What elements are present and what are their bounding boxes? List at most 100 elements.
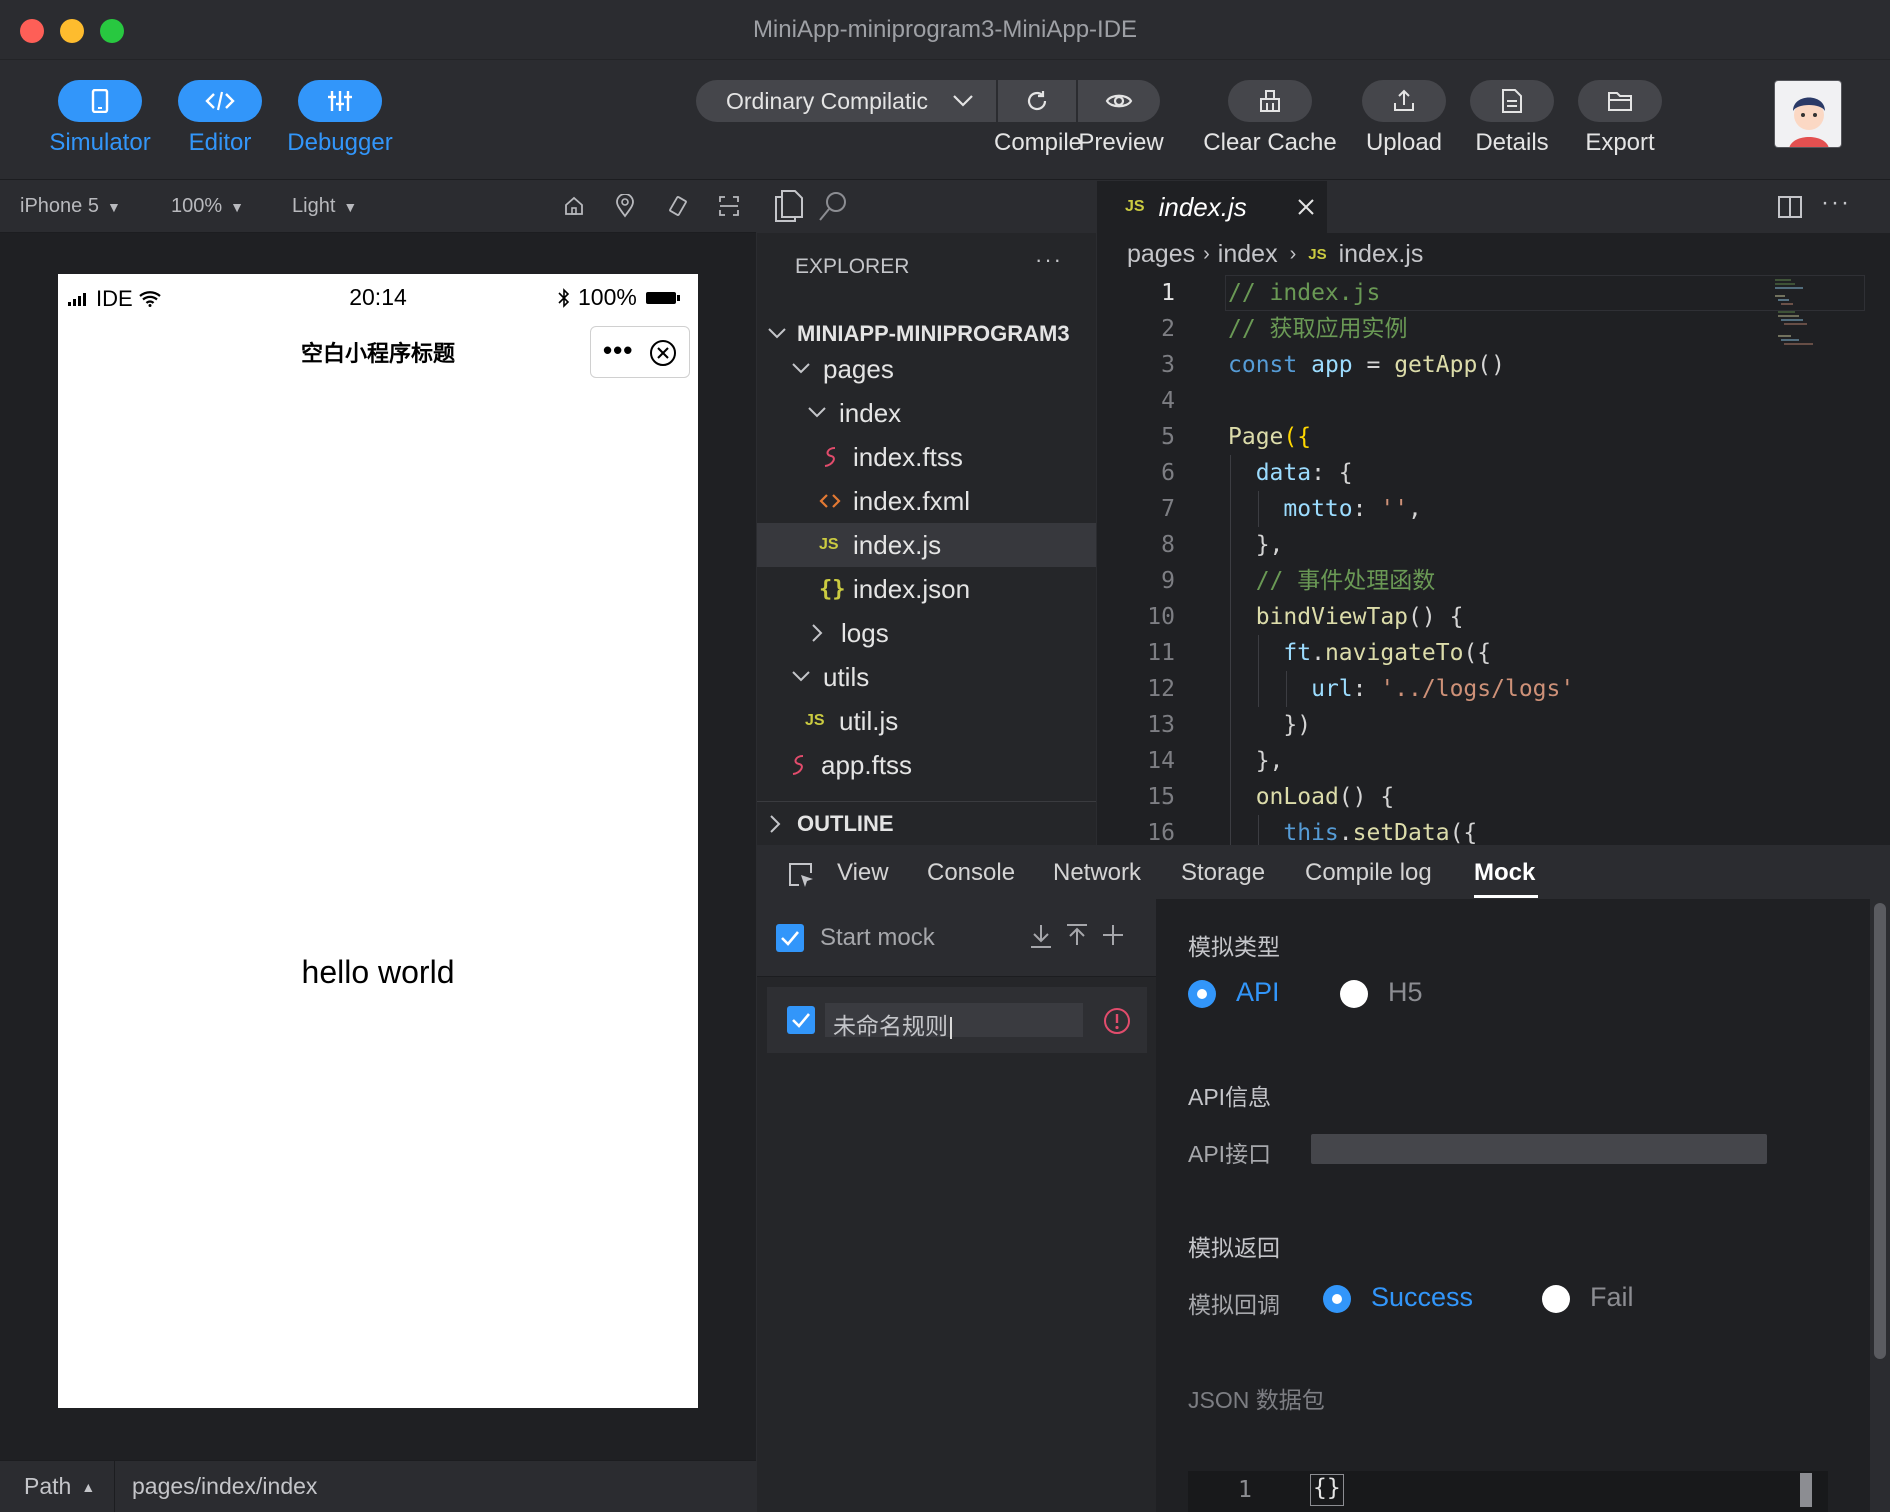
- chevron-down-icon: [953, 95, 973, 107]
- close-icon[interactable]: [1297, 198, 1315, 216]
- code-line: url: '../logs/logs': [1311, 676, 1575, 702]
- callback-fail-radio[interactable]: [1542, 1285, 1570, 1313]
- type-h5-radio[interactable]: [1340, 980, 1368, 1008]
- tree-file-app-ftss[interactable]: app.ftss: [757, 743, 1096, 787]
- minimap[interactable]: [1773, 277, 1833, 357]
- tree-folder-index[interactable]: index: [757, 391, 1096, 435]
- chevron-down-icon: [792, 363, 810, 374]
- callback-success-radio[interactable]: [1323, 1285, 1351, 1313]
- details-button[interactable]: [1470, 80, 1554, 122]
- tab-storage[interactable]: Storage: [1181, 859, 1265, 887]
- search-icon[interactable]: [817, 189, 849, 223]
- inspect-element-icon[interactable]: [787, 861, 815, 889]
- location-icon[interactable]: [615, 194, 635, 218]
- type-api-label[interactable]: API: [1236, 977, 1280, 1008]
- scroll-thumb[interactable]: [1874, 903, 1886, 1359]
- upload-label[interactable]: Upload: [1350, 129, 1458, 157]
- editor-tab-bar: JS index.js ···: [1097, 181, 1890, 233]
- zoom-value: 100%: [171, 195, 223, 217]
- theme-select[interactable]: Light ▼: [292, 195, 357, 218]
- tree-folder-pages[interactable]: pages: [757, 347, 1096, 391]
- tree-file-index-ftss[interactable]: index.ftss: [757, 435, 1096, 479]
- api-endpoint-input[interactable]: [1311, 1134, 1767, 1164]
- caret-down-icon: ▼: [106, 198, 121, 215]
- editor-label[interactable]: Editor: [178, 129, 262, 157]
- tab-mock[interactable]: Mock: [1474, 859, 1535, 887]
- compile-mode-select[interactable]: Ordinary Compilatic: [696, 80, 996, 122]
- breadcrumb-item[interactable]: index: [1218, 240, 1278, 269]
- tree-label: index.js: [853, 529, 942, 560]
- tree-file-index-json[interactable]: {} index.json: [757, 567, 1096, 611]
- simulator-button[interactable]: [58, 80, 142, 122]
- tab-network[interactable]: Network: [1053, 859, 1141, 887]
- device-select[interactable]: iPhone 5 ▼: [20, 195, 121, 218]
- json-scroll-thumb[interactable]: [1800, 1473, 1812, 1507]
- tree-file-index-fxml[interactable]: index.fxml: [757, 479, 1096, 523]
- split-editor-icon[interactable]: [1777, 195, 1803, 219]
- tree-folder-logs[interactable]: logs: [757, 611, 1096, 655]
- warning-icon: [1104, 1008, 1130, 1034]
- code-line: bindViewTap() {: [1255, 604, 1464, 630]
- more-icon[interactable]: •••: [603, 335, 633, 366]
- tab-view[interactable]: View: [837, 859, 889, 887]
- path-toggle[interactable]: Path ▲: [24, 1473, 95, 1500]
- tab-console[interactable]: Console: [927, 859, 1015, 887]
- code-line: const app = getApp(): [1228, 352, 1505, 378]
- code-line: },: [1228, 748, 1284, 774]
- chevron-down-icon: [768, 328, 786, 339]
- breadcrumb-item[interactable]: pages: [1127, 240, 1195, 269]
- simulator-label[interactable]: Simulator: [48, 129, 152, 157]
- js-file-icon: JS: [1125, 198, 1145, 215]
- compile-label[interactable]: Compile: [990, 129, 1086, 157]
- tab-compile-log[interactable]: Compile log: [1305, 859, 1432, 887]
- user-avatar[interactable]: [1774, 80, 1842, 148]
- debugger-label[interactable]: Debugger: [280, 129, 400, 157]
- more-actions-icon[interactable]: ···: [1821, 189, 1851, 217]
- outline-section[interactable]: OUTLINE: [757, 801, 1096, 845]
- editor-button[interactable]: [178, 80, 262, 122]
- tree-file-util-js[interactable]: JS util.js: [757, 699, 1096, 743]
- rotate-icon[interactable]: [666, 195, 690, 217]
- files-icon[interactable]: [773, 189, 805, 223]
- callback-success-label[interactable]: Success: [1371, 1282, 1473, 1313]
- breadcrumb-item[interactable]: index.js: [1339, 240, 1424, 269]
- clear-cache-label[interactable]: Clear Cache: [1196, 129, 1344, 157]
- code-editor[interactable]: 1 2 3 4 5 6 7 8 9 10 11 12 13 14 15 16 /…: [1097, 275, 1890, 845]
- clear-cache-button[interactable]: [1228, 80, 1312, 122]
- upload-icon[interactable]: [1065, 923, 1089, 949]
- line-number: 15: [1147, 784, 1175, 810]
- export-label[interactable]: Export: [1570, 129, 1670, 157]
- mock-rule-item[interactable]: 未命名规则|: [767, 987, 1147, 1053]
- close-circle-icon[interactable]: [649, 339, 677, 367]
- line-number: 5: [1161, 424, 1175, 450]
- rule-enabled-checkbox[interactable]: [787, 1006, 815, 1034]
- explorer-panel: EXPLORER ··· MINIAPP-MINIPROGRAM3 pages …: [757, 233, 1096, 801]
- preview-button[interactable]: [1078, 80, 1160, 122]
- code-line: // 事件处理函数: [1228, 568, 1436, 594]
- debugger-button[interactable]: [298, 80, 382, 122]
- refresh-icon: [1027, 91, 1047, 111]
- start-mock-checkbox[interactable]: [776, 924, 804, 952]
- panel-scrollbar[interactable]: [1870, 899, 1890, 1512]
- editor-tab-index-js[interactable]: JS index.js: [1097, 181, 1327, 233]
- json-label: JSON 数据包: [1188, 1387, 1325, 1413]
- compile-button[interactable]: [998, 80, 1076, 122]
- download-icon[interactable]: [1029, 923, 1053, 949]
- upload-button[interactable]: [1362, 80, 1446, 122]
- add-icon[interactable]: [1101, 923, 1125, 947]
- callback-fail-label[interactable]: Fail: [1590, 1282, 1634, 1313]
- export-button[interactable]: [1578, 80, 1662, 122]
- tree-label: util.js: [839, 705, 899, 736]
- preview-label[interactable]: Preview: [1076, 129, 1166, 157]
- zoom-select[interactable]: 100% ▼: [171, 195, 244, 218]
- type-api-radio[interactable]: [1188, 980, 1216, 1008]
- home-icon[interactable]: [563, 195, 585, 217]
- rule-name-input[interactable]: 未命名规则|: [825, 1003, 1083, 1039]
- more-actions-icon[interactable]: ···: [1035, 247, 1063, 273]
- tree-folder-utils[interactable]: utils: [757, 655, 1096, 699]
- tree-file-index-js[interactable]: JS index.js: [757, 523, 1096, 567]
- type-h5-label[interactable]: H5: [1388, 977, 1423, 1008]
- json-editor[interactable]: 1 {}: [1188, 1471, 1828, 1512]
- scan-icon[interactable]: [718, 195, 740, 217]
- details-label[interactable]: Details: [1462, 129, 1562, 157]
